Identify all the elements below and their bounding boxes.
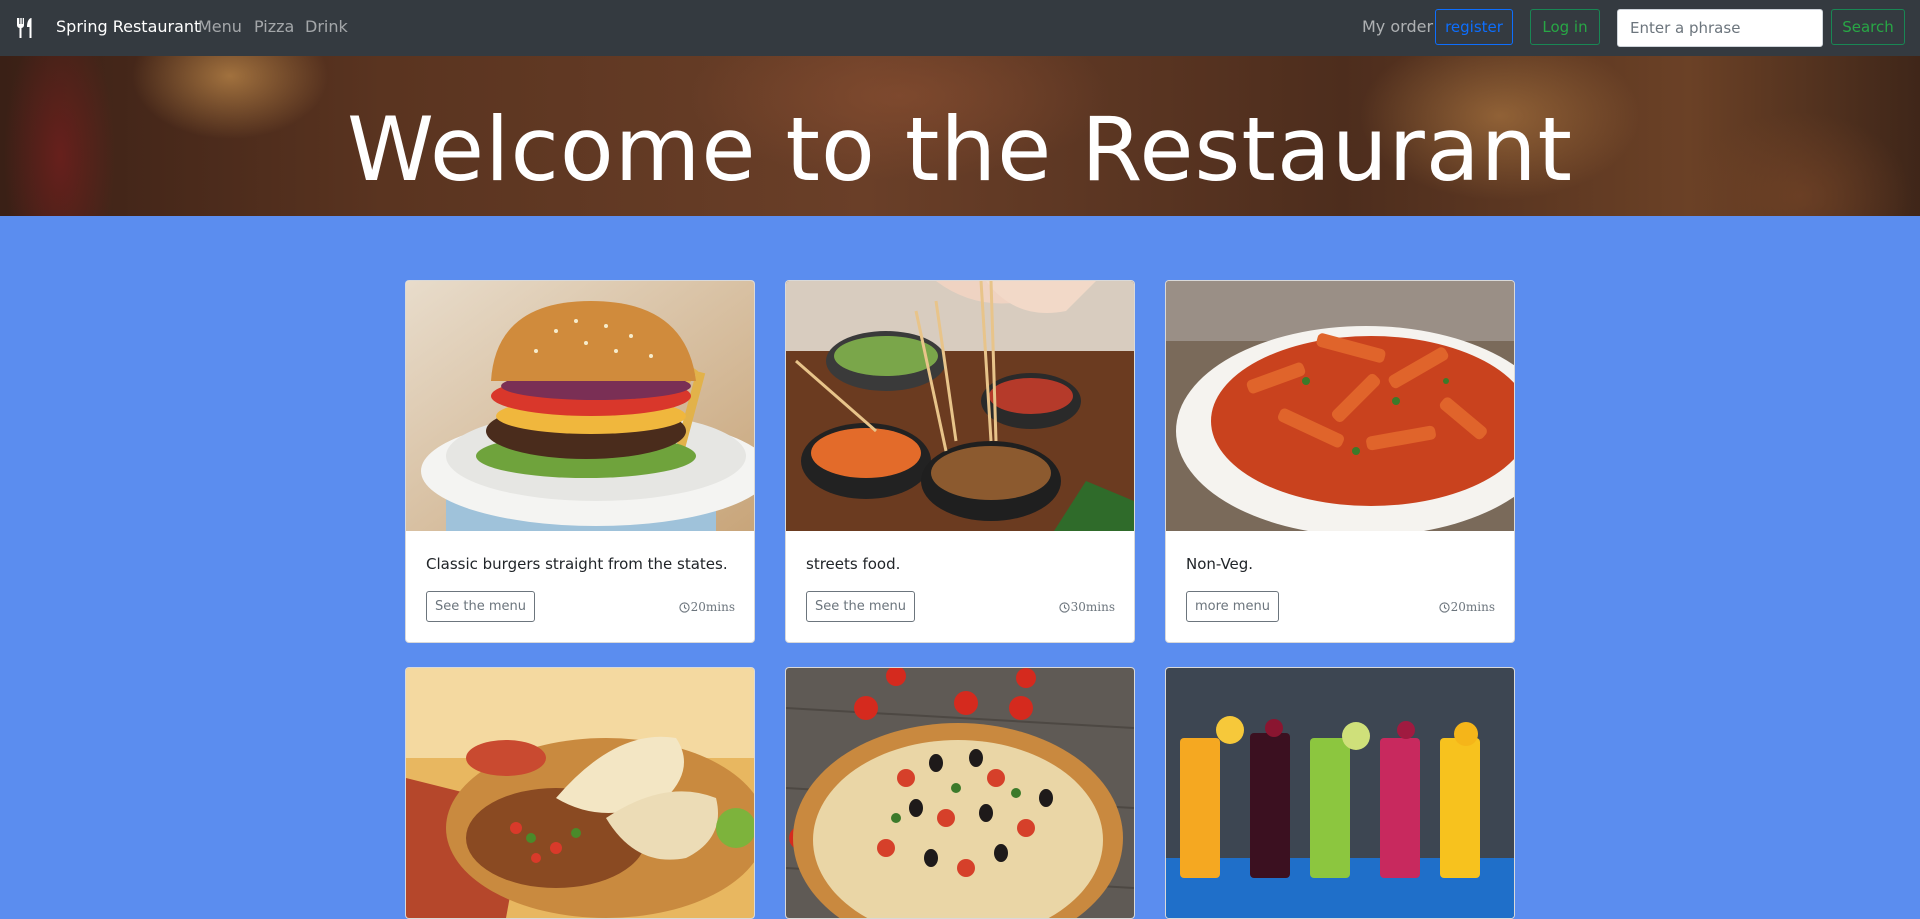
utensils-icon[interactable] bbox=[14, 17, 36, 39]
menu-card-burgers: Classic burgers straight from the states… bbox=[405, 280, 755, 643]
menu-card-non-veg: Non-Veg. more menu 20mins bbox=[1165, 280, 1515, 643]
prep-time: 30mins bbox=[1058, 600, 1115, 614]
menu-card-pizza bbox=[785, 667, 1135, 919]
brand-link[interactable]: Spring Restaurant bbox=[56, 17, 200, 36]
pasta-photo bbox=[1166, 281, 1514, 531]
card-description: Classic burgers straight from the states… bbox=[426, 555, 728, 573]
prep-time-value: 20mins bbox=[690, 600, 735, 614]
register-button[interactable]: register bbox=[1435, 9, 1513, 45]
pizza-photo bbox=[786, 668, 1134, 918]
burrito-photo bbox=[406, 668, 754, 918]
login-button[interactable]: Log in bbox=[1530, 9, 1600, 45]
card-body: streets food. See the menu 30mins bbox=[786, 531, 1134, 642]
drinks-photo bbox=[1166, 668, 1514, 918]
navbar: Spring Restaurant Menu Pizza Drink My or… bbox=[0, 0, 1920, 56]
prep-time: 20mins bbox=[1438, 600, 1495, 614]
menu-card-burrito bbox=[405, 667, 755, 919]
nav-pizza-link[interactable]: Pizza bbox=[254, 17, 294, 36]
hero-title: Welcome to the Restaurant bbox=[347, 98, 1573, 201]
prep-time: 20mins bbox=[678, 600, 735, 614]
burger-photo bbox=[406, 281, 754, 531]
nav-drink-link[interactable]: Drink bbox=[305, 17, 348, 36]
card-body: Classic burgers straight from the states… bbox=[406, 531, 754, 642]
street-food-photo bbox=[786, 281, 1134, 531]
see-menu-button[interactable]: See the menu bbox=[426, 591, 535, 622]
search-button[interactable]: Search bbox=[1831, 9, 1905, 45]
more-menu-button[interactable]: more menu bbox=[1186, 591, 1279, 622]
clock-icon bbox=[678, 601, 690, 613]
card-description: streets food. bbox=[806, 555, 901, 573]
hero-banner: Welcome to the Restaurant bbox=[0, 56, 1920, 216]
menu-card-drinks bbox=[1165, 667, 1515, 919]
card-body: Non-Veg. more menu 20mins bbox=[1166, 531, 1514, 642]
card-description: Non-Veg. bbox=[1186, 555, 1254, 573]
clock-icon bbox=[1438, 601, 1450, 613]
my-order-link[interactable]: My order bbox=[1362, 17, 1433, 36]
prep-time-value: 20mins bbox=[1450, 600, 1495, 614]
see-menu-button[interactable]: See the menu bbox=[806, 591, 915, 622]
nav-menu-link[interactable]: Menu bbox=[198, 17, 242, 36]
search-input[interactable] bbox=[1617, 9, 1823, 47]
menu-card-street-food: streets food. See the menu 30mins bbox=[785, 280, 1135, 643]
clock-icon bbox=[1058, 601, 1070, 613]
prep-time-value: 30mins bbox=[1070, 600, 1115, 614]
